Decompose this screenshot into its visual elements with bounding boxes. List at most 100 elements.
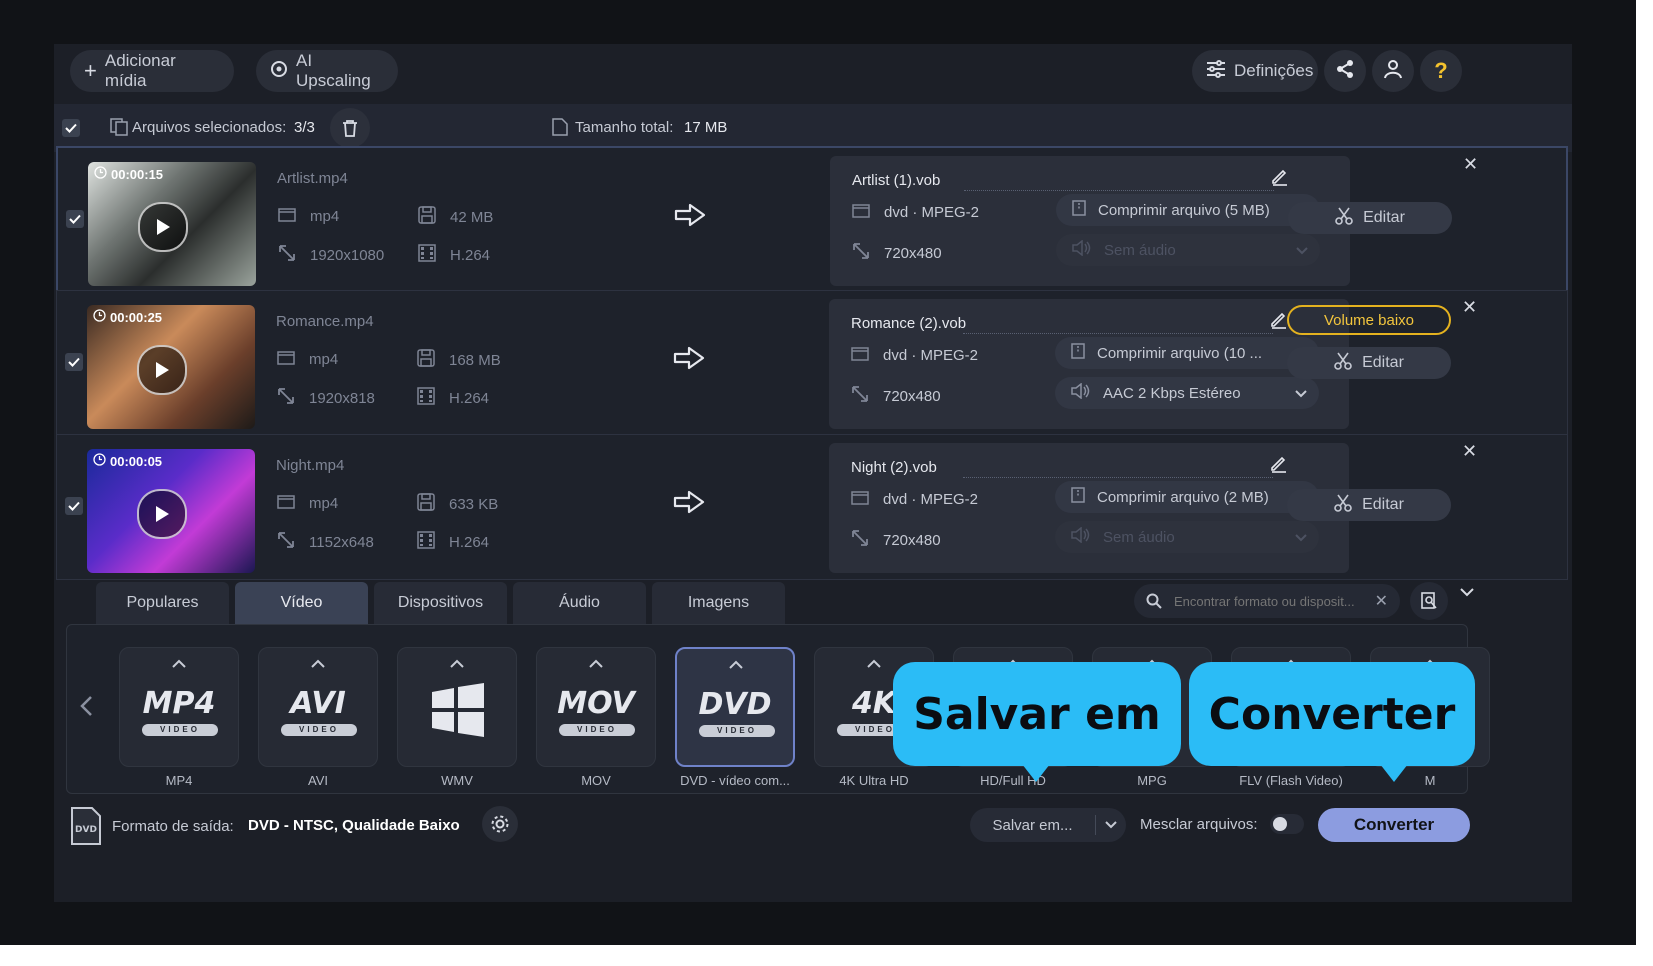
remove-file-icon[interactable]: ✕ xyxy=(1462,297,1477,318)
selected-files-count: 3/3 xyxy=(294,119,315,136)
format-search-box[interactable]: ✕ xyxy=(1134,584,1400,618)
edit-label: Editar xyxy=(1362,496,1404,513)
output-file-name[interactable]: Romance (2).vob xyxy=(851,315,966,332)
file-row[interactable]: 00:00:05 Night.mp4 mp4 633 KB 1152x648 H.264 N… xyxy=(56,434,1568,580)
convert-button[interactable]: Converter xyxy=(1318,808,1470,842)
output-format-label: Formato de saída: xyxy=(112,818,234,835)
scissors-icon xyxy=(1334,352,1352,375)
output-file-name[interactable]: Artlist (1).vob xyxy=(852,172,940,189)
file-checkbox[interactable] xyxy=(66,210,84,228)
output-settings-card: Night (2).vob dvd · MPEG-2 720x480 Comprimi… xyxy=(829,443,1349,573)
compress-dropdown[interactable]: Comprimir arquivo (5 MB) xyxy=(1056,194,1320,226)
format-tile[interactable]: MP4 VIDEO xyxy=(119,647,239,767)
add-media-button[interactable]: + Adicionar mídia xyxy=(70,50,234,92)
tab-populares[interactable]: Populares xyxy=(96,582,229,624)
source-size: 633 KB xyxy=(417,493,498,515)
format-label: MP4 xyxy=(165,773,193,788)
container-icon xyxy=(277,493,295,513)
chevron-up-icon[interactable] xyxy=(867,656,881,671)
video-thumbnail[interactable]: 00:00:05 xyxy=(87,449,255,573)
file-row[interactable]: 00:00:15 Artlist.mp4 mp4 42 MB 1920x1080 H.26… xyxy=(56,146,1568,292)
remove-file-icon[interactable]: ✕ xyxy=(1462,441,1477,462)
tab-imagens[interactable]: Imagens xyxy=(652,582,785,624)
audio-dropdown[interactable]: AAC 2 Kbps Estéreo xyxy=(1055,377,1319,409)
svg-text:DVD: DVD xyxy=(75,825,97,835)
pencil-icon[interactable] xyxy=(1270,166,1290,191)
select-all-checkbox[interactable] xyxy=(62,119,80,137)
chevron-up-icon[interactable] xyxy=(311,656,325,671)
chevron-left-icon[interactable] xyxy=(79,695,93,722)
windows-logo-icon xyxy=(428,682,488,743)
merge-files-toggle[interactable] xyxy=(1270,814,1304,834)
tab-dispositivos[interactable]: Dispositivos xyxy=(374,582,507,624)
pencil-icon[interactable] xyxy=(1269,453,1289,478)
speaker-icon xyxy=(1071,526,1091,547)
collapse-panel-icon[interactable] xyxy=(1460,584,1474,602)
edit-button[interactable]: Editar xyxy=(1287,489,1451,521)
source-size-text: 633 KB xyxy=(449,495,499,513)
play-button[interactable] xyxy=(138,202,188,252)
edit-button[interactable]: Editar xyxy=(1288,202,1452,234)
resolution-icon xyxy=(851,385,869,407)
chevron-up-icon[interactable] xyxy=(729,657,743,672)
edit-button[interactable]: Editar xyxy=(1287,347,1451,379)
settings-label: Definições xyxy=(1234,61,1314,80)
chevron-up-icon[interactable] xyxy=(450,656,464,671)
pencil-icon[interactable] xyxy=(1269,309,1289,334)
play-icon xyxy=(156,506,169,522)
selected-files-label: Arquivos selecionados: xyxy=(132,119,287,136)
compress-dropdown[interactable]: Comprimir arquivo (10 ... xyxy=(1055,337,1319,369)
tab-audio[interactable]: Áudio xyxy=(513,582,646,624)
compress-text: Comprimir arquivo (5 MB) xyxy=(1098,201,1270,219)
output-resolution: 720x480 xyxy=(851,529,941,551)
chevron-down-icon[interactable] xyxy=(1096,821,1126,829)
source-file-name: Night.mp4 xyxy=(276,457,345,474)
video-thumbnail[interactable]: 00:00:25 xyxy=(87,305,255,429)
compress-dropdown[interactable]: Comprimir arquivo (2 MB) xyxy=(1055,481,1319,513)
resolution-icon xyxy=(852,242,870,264)
bottom-bar: DVD Formato de saída: DVD - NTSC, Qualid… xyxy=(54,796,1572,858)
duration-badge: 00:00:05 xyxy=(93,453,162,469)
format-search-input[interactable] xyxy=(1172,592,1365,610)
convert-callout: Converter xyxy=(1189,662,1475,766)
format-tile[interactable]: AVI VIDEO xyxy=(258,647,378,767)
output-settings-button[interactable] xyxy=(482,806,518,842)
format-tile[interactable] xyxy=(397,647,517,767)
format-logo-sub: VIDEO xyxy=(699,725,775,737)
edit-label: Editar xyxy=(1363,209,1405,226)
tab-video[interactable]: Vídeo xyxy=(235,582,368,624)
format-tile[interactable]: MOV VIDEO xyxy=(536,647,656,767)
file-checkbox[interactable] xyxy=(65,497,83,515)
help-button[interactable]: ? xyxy=(1420,50,1462,92)
share-button[interactable] xyxy=(1324,50,1366,92)
delete-selected-button[interactable] xyxy=(330,108,370,148)
low-volume-button[interactable]: Volume baixo xyxy=(1287,305,1451,335)
audio-dropdown[interactable]: Sem áudio xyxy=(1056,234,1320,266)
source-resolution: 1152x648 xyxy=(277,531,374,553)
play-button[interactable] xyxy=(137,489,187,539)
play-button[interactable] xyxy=(137,345,187,395)
output-format: dvd · MPEG-2 xyxy=(852,202,979,222)
output-format: dvd · MPEG-2 xyxy=(851,345,978,365)
settings-button[interactable]: Definições xyxy=(1192,50,1318,92)
source-resolution: 1920x818 xyxy=(277,387,375,409)
chevron-up-icon[interactable] xyxy=(589,656,603,671)
format-label: MOV xyxy=(581,773,611,788)
source-file-name: Romance.mp4 xyxy=(276,313,374,330)
account-button[interactable] xyxy=(1372,50,1414,92)
remove-file-icon[interactable]: ✕ xyxy=(1463,154,1478,175)
save-to-dropdown[interactable]: Salvar em... xyxy=(970,808,1126,842)
detect-device-button[interactable] xyxy=(1410,582,1448,620)
ai-upscaling-button[interactable]: AI Upscaling xyxy=(256,50,398,92)
format-tile[interactable]: DVD VIDEO xyxy=(675,647,795,767)
video-converter-window: + Adicionar mídia AI Upscaling Definiçõe… xyxy=(54,44,1572,902)
audio-dropdown[interactable]: Sem áudio xyxy=(1055,521,1319,553)
file-row[interactable]: 00:00:25 Romance.mp4 mp4 168 MB 1920x818 H.26… xyxy=(56,290,1568,436)
files-icon xyxy=(110,118,128,141)
output-file-name[interactable]: Night (2).vob xyxy=(851,459,937,476)
chevron-up-icon[interactable] xyxy=(172,656,186,671)
clear-search-icon[interactable]: ✕ xyxy=(1375,591,1388,611)
file-checkbox[interactable] xyxy=(65,353,83,371)
resolution-icon xyxy=(851,529,869,551)
video-thumbnail[interactable]: 00:00:15 xyxy=(88,162,256,286)
